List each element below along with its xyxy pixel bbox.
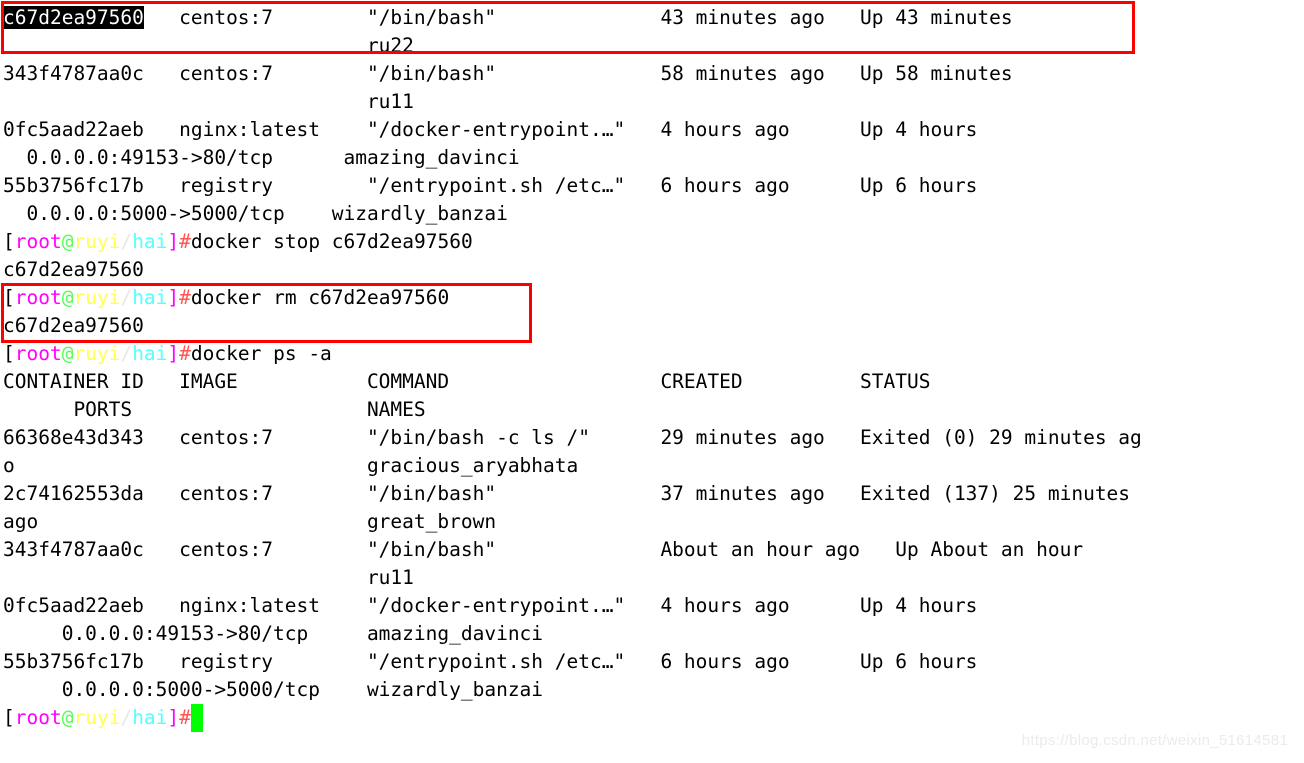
- prompt-at: @: [61, 342, 74, 365]
- prompt-at: @: [61, 230, 74, 253]
- prompt-user: root: [14, 342, 62, 365]
- table-row: ru11: [3, 566, 414, 589]
- prompt-open-bracket: [: [3, 342, 15, 365]
- prompt-host: ruyi: [73, 342, 121, 365]
- prompt-hash: #: [179, 230, 191, 253]
- command-text: docker rm c67d2ea97560: [190, 286, 450, 309]
- prompt-close-bracket: ]: [167, 342, 180, 365]
- text-cursor[interactable]: [190, 704, 203, 732]
- terminal-window[interactable]: c67d2ea97560 centos:7 "/bin/bash" 43 min…: [0, 0, 1304, 763]
- prompt-host: ruyi: [73, 286, 121, 309]
- table-row: o gracious_aryabhata: [3, 454, 579, 477]
- table-row: 55b3756fc17b registry "/entrypoint.sh /e…: [3, 650, 978, 673]
- table-row: 0fc5aad22aeb nginx:latest "/docker-entry…: [3, 594, 978, 617]
- command-text: docker stop c67d2ea97560: [190, 230, 473, 253]
- terminal-line: 0.0.0.0:49153->80/tcp amazing_davinci: [3, 146, 520, 169]
- prompt-open-bracket: [: [3, 706, 15, 729]
- prompt-close-bracket: ]: [167, 706, 180, 729]
- terminal-line: ru11: [3, 90, 414, 113]
- table-row: 2c74162553da centos:7 "/bin/bash" 37 min…: [3, 482, 1142, 505]
- prompt-slash: /: [120, 230, 133, 253]
- prompt-host: ruyi: [73, 706, 121, 729]
- prompt-at: @: [61, 706, 74, 729]
- terminal-line: ru22: [3, 34, 414, 57]
- table-row: 343f4787aa0c centos:7 "/bin/bash" About …: [3, 538, 1084, 561]
- prompt-path: hai: [132, 230, 168, 253]
- terminal-command-line: [root@ruyi/hai]#docker rm c67d2ea97560: [3, 284, 449, 312]
- table-row: 0.0.0.0:5000->5000/tcp wizardly_banzai: [3, 678, 544, 701]
- terminal-line: 0fc5aad22aeb nginx:latest "/docker-entry…: [3, 118, 978, 141]
- prompt-slash: /: [120, 706, 133, 729]
- prompt-open-bracket: [: [3, 286, 15, 309]
- prompt-close-bracket: ]: [167, 230, 180, 253]
- terminal-line: c67d2ea97560: [3, 314, 144, 337]
- prompt-hash: #: [179, 706, 191, 729]
- table-row: 0.0.0.0:49153->80/tcp amazing_davinci: [3, 622, 544, 645]
- terminal-line: 0.0.0.0:5000->5000/tcp wizardly_banzai: [3, 202, 508, 225]
- prompt-at: @: [61, 286, 74, 309]
- table-header-row-cont: PORTS NAMES: [3, 398, 426, 421]
- table-header-row: CONTAINER ID IMAGE COMMAND CREATED STATU…: [3, 370, 931, 393]
- terminal-command-line: [root@ruyi/hai]#docker ps -a: [3, 340, 332, 368]
- prompt-slash: /: [120, 286, 133, 309]
- watermark: https://blog.csdn.net/weixin_51614581: [1021, 732, 1288, 749]
- selected-container-id[interactable]: c67d2ea97560: [3, 6, 144, 29]
- terminal-line: 343f4787aa0c centos:7 "/bin/bash" 58 min…: [3, 62, 1013, 85]
- table-row: 66368e43d343 centos:7 "/bin/bash -c ls /…: [3, 426, 1142, 449]
- prompt-close-bracket: ]: [167, 286, 180, 309]
- terminal-line: c67d2ea97560: [3, 258, 144, 281]
- prompt-open-bracket: [: [3, 230, 15, 253]
- prompt-user: root: [14, 286, 62, 309]
- terminal-command-line: [root@ruyi/hai]#docker stop c67d2ea97560: [3, 228, 473, 256]
- prompt-host: ruyi: [73, 230, 121, 253]
- prompt-hash: #: [179, 342, 191, 365]
- terminal-line: c67d2ea97560 centos:7 "/bin/bash" 43 min…: [3, 4, 1013, 32]
- prompt-user: root: [14, 706, 62, 729]
- terminal-active-prompt-line[interactable]: [root@ruyi/hai]#: [3, 704, 203, 732]
- table-row: ago great_brown: [3, 510, 497, 533]
- ps-row1-rest: centos:7 "/bin/bash" 43 minutes ago Up 4…: [143, 6, 1013, 29]
- prompt-hash: #: [179, 286, 191, 309]
- command-text: docker ps -a: [190, 342, 332, 365]
- prompt-path: hai: [132, 342, 168, 365]
- prompt-path: hai: [132, 286, 168, 309]
- prompt-user: root: [14, 230, 62, 253]
- terminal-line: 55b3756fc17b registry "/entrypoint.sh /e…: [3, 174, 978, 197]
- prompt-path: hai: [132, 706, 168, 729]
- prompt-slash: /: [120, 342, 133, 365]
